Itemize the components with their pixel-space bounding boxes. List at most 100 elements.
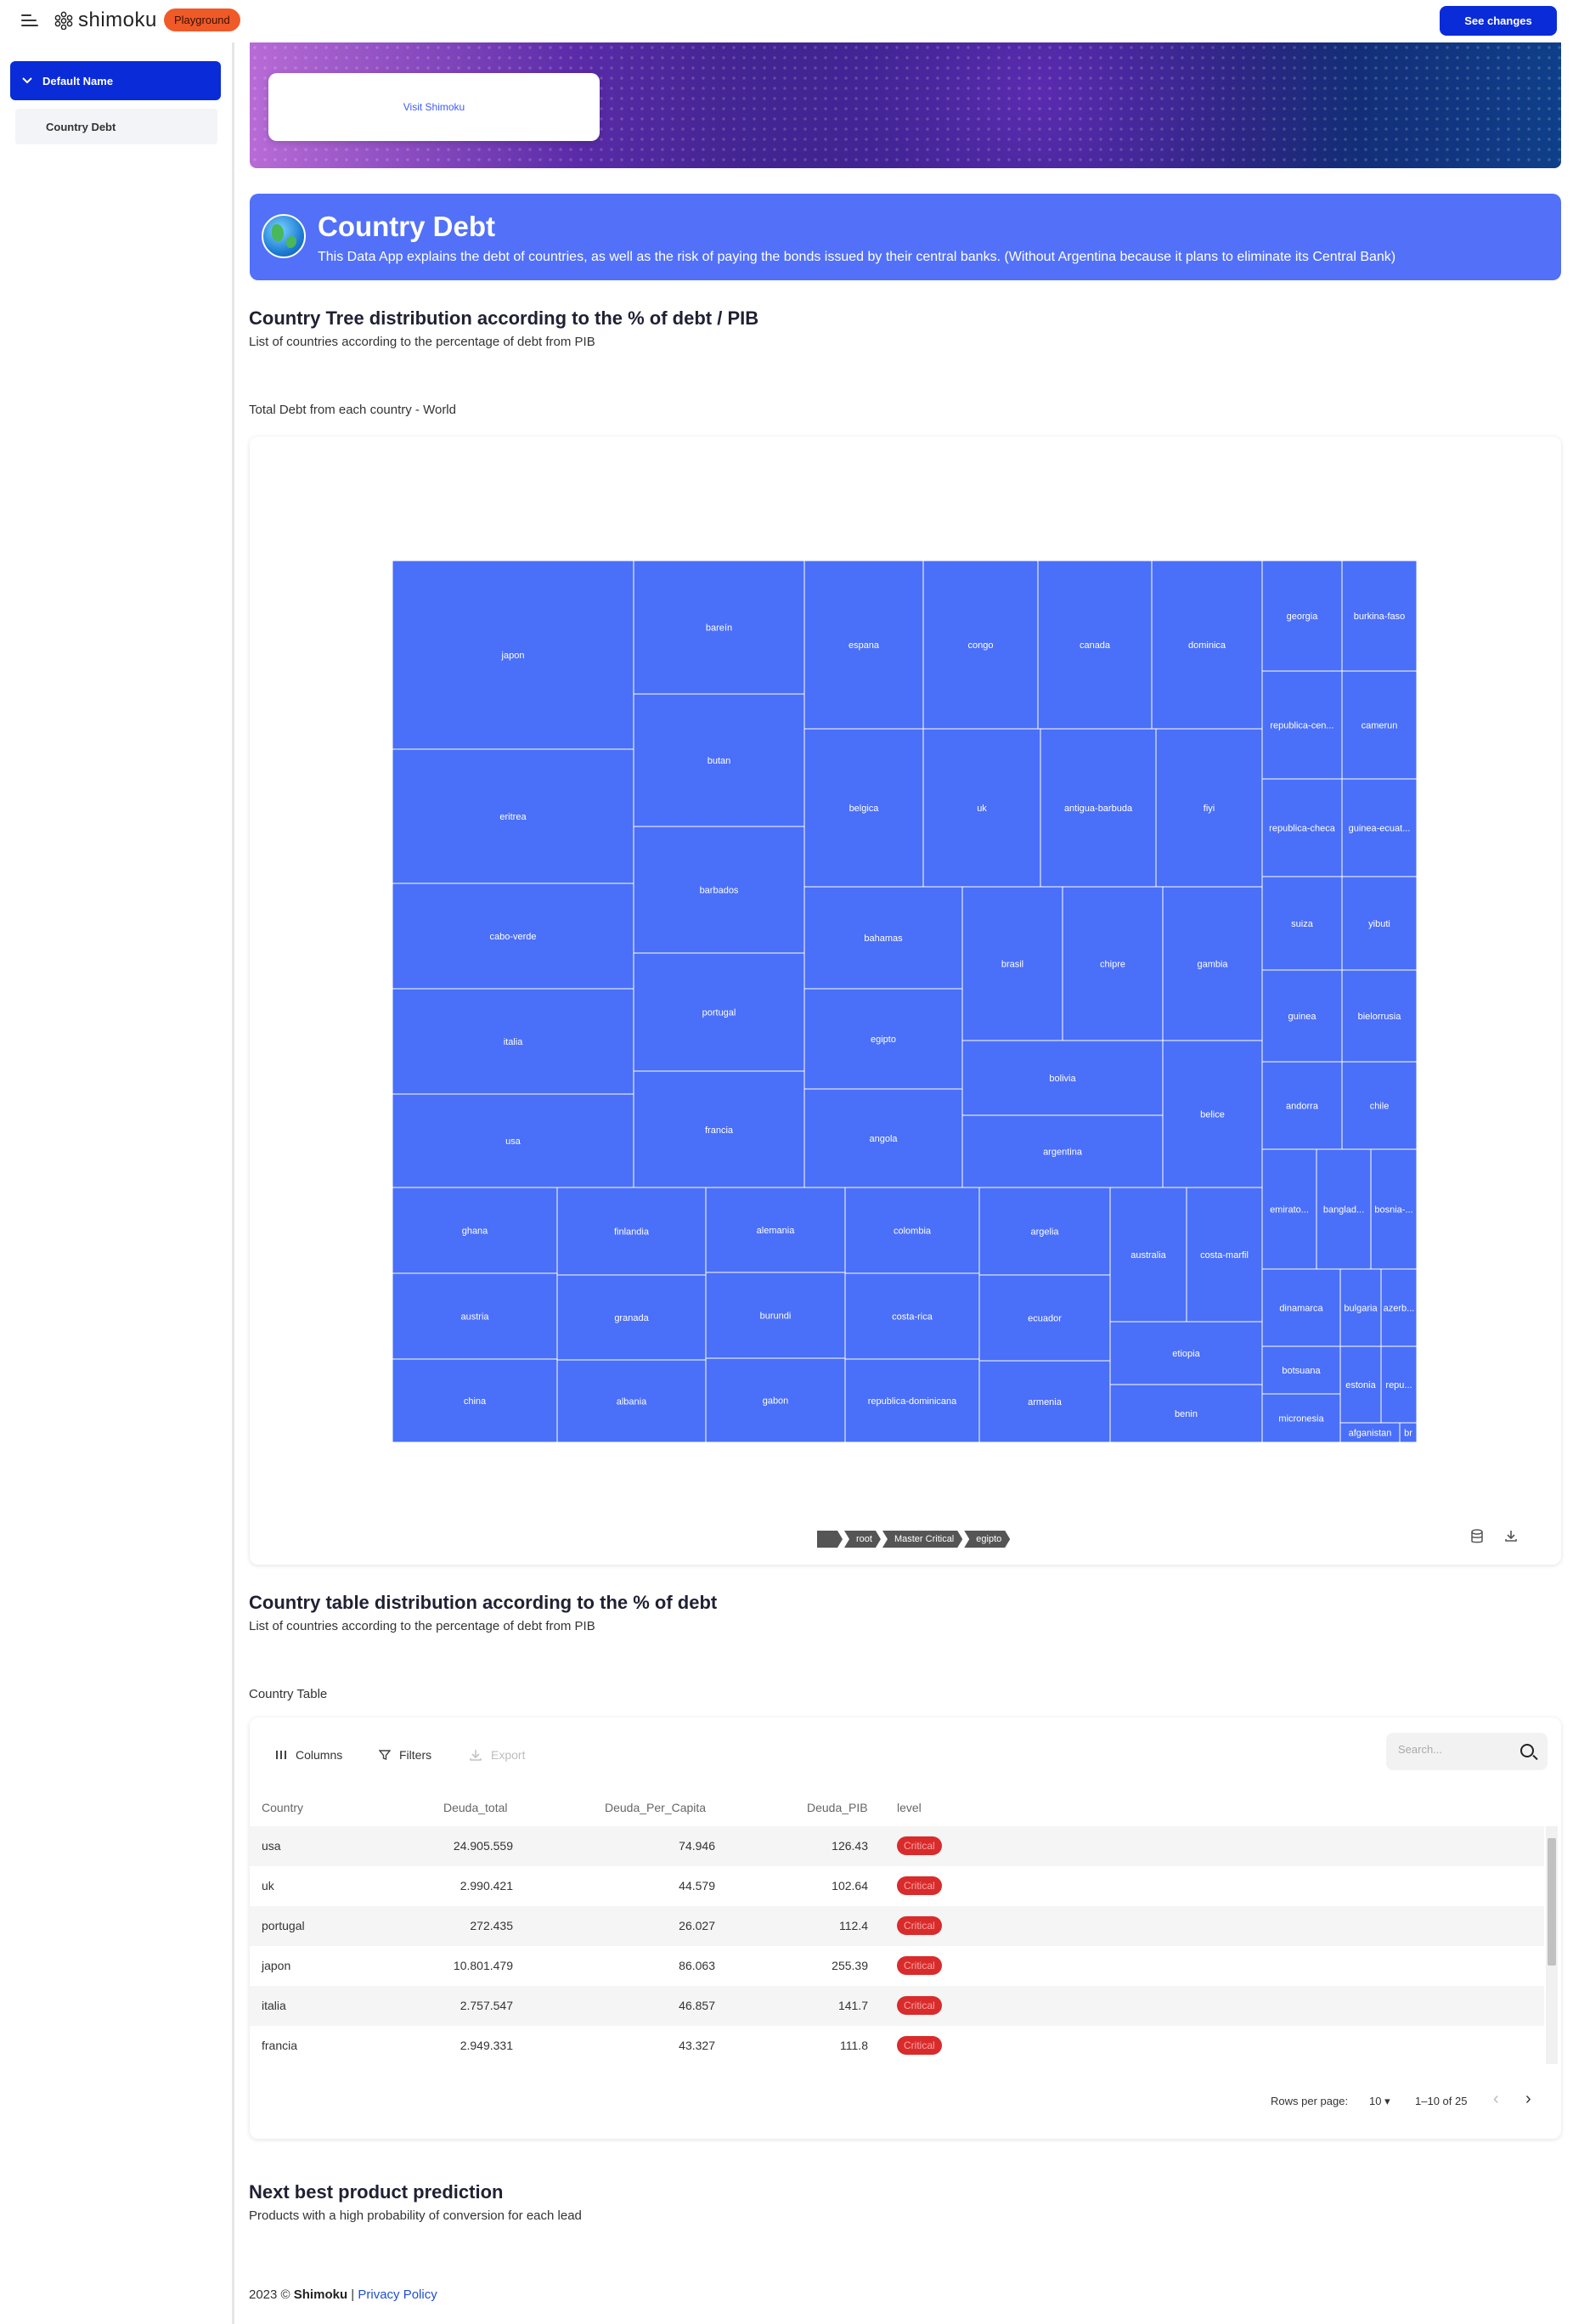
column-header-country[interactable]: Country <box>262 1801 303 1814</box>
treemap-label-fiyi: fiyi <box>1204 804 1215 814</box>
shimoku-logo[interactable]: shimoku <box>54 8 157 32</box>
sidebar-group-default-name[interactable]: Default Name <box>10 61 221 100</box>
treemap-label-barbados: barbados <box>700 886 739 896</box>
treemap-label-japon: japon <box>501 651 525 661</box>
treemap-label-banglad: banglad... <box>1323 1205 1364 1216</box>
treemap-label-camerun: camerun <box>1362 721 1398 731</box>
breadcrumb-start[interactable] <box>817 1531 843 1548</box>
breadcrumb-master-critical[interactable]: Master Critical <box>882 1531 962 1548</box>
cell-deuda-per-capita: 74.946 <box>679 1839 715 1853</box>
pagination-range: 1–10 of 25 <box>1415 2095 1468 2107</box>
column-header-deuda-per-capita[interactable]: Deuda_Per_Capita <box>605 1801 706 1814</box>
cell-country: uk <box>262 1879 274 1892</box>
filter-icon <box>379 1750 391 1760</box>
export-button[interactable]: Export <box>469 1748 525 1762</box>
download-icon[interactable] <box>1502 1529 1520 1548</box>
columns-button[interactable]: Columns <box>275 1748 342 1762</box>
treemap-label-azerb: azerb... <box>1384 1304 1415 1314</box>
chart-card-label: Total Debt from each country - World <box>249 403 456 417</box>
menu-collapse-icon[interactable] <box>21 14 38 26</box>
country-table-card: Columns Filters Export Country Deuda_tot… <box>250 1718 1561 2139</box>
treemap-label-austria: austria <box>460 1312 489 1323</box>
privacy-policy-link[interactable]: Privacy Policy <box>358 2287 437 2302</box>
footer-copyright: 2023 © <box>249 2287 290 2302</box>
treemap-label-chile: chile <box>1370 1102 1390 1112</box>
level-badge: Critical <box>897 2036 942 2055</box>
table-row[interactable]: uk 2.990.421 44.579 102.64 Critical <box>250 1866 1544 1906</box>
table-row[interactable]: portugal 272.435 26.027 112.4 Critical <box>250 1906 1544 1946</box>
sidebar-item-label: Country Debt <box>46 120 116 133</box>
cell-deuda-per-capita: 86.063 <box>679 1959 715 1972</box>
level-badge: Critical <box>897 1956 942 1975</box>
table-search[interactable] <box>1386 1733 1548 1770</box>
footer: 2023 © Shimoku | Privacy Policy <box>249 2287 437 2302</box>
treemap-label-emirato: emirato... <box>1270 1205 1309 1216</box>
globe-icon <box>262 214 306 258</box>
cell-deuda-per-capita: 43.327 <box>679 2039 715 2052</box>
cell-deuda-per-capita: 46.857 <box>679 1999 715 2012</box>
breadcrumb-root[interactable]: root <box>844 1531 881 1548</box>
column-header-level[interactable]: level <box>897 1801 922 1814</box>
treemap-label-australia: australia <box>1130 1250 1166 1261</box>
cell-deuda-per-capita: 44.579 <box>679 1879 715 1892</box>
treemap-label-benin: benin <box>1175 1409 1198 1419</box>
export-icon <box>470 1750 482 1761</box>
treemap-label-yibuti: yibuti <box>1368 919 1390 929</box>
cell-deuda-total: 272.435 <box>470 1919 513 1932</box>
search-input[interactable] <box>1398 1743 1508 1756</box>
treemap-breadcrumb[interactable]: root Master Critical egipto <box>817 1531 1012 1548</box>
treemap-label-ecuador: ecuador <box>1028 1314 1062 1324</box>
top-bar: shimoku Playground See changes <box>0 0 1573 42</box>
treemap-label-argelia: argelia <box>1030 1227 1059 1238</box>
treemap-label-repu: repu... <box>1385 1380 1412 1390</box>
table-row[interactable]: japon 10.801.479 86.063 255.39 Critical <box>250 1946 1544 1986</box>
table-scrollbar[interactable] <box>1546 1826 1558 2064</box>
see-changes-button[interactable]: See changes <box>1440 6 1557 36</box>
scrollbar-thumb[interactable] <box>1548 1838 1556 1966</box>
section-subtitle-table: List of countries according to the perce… <box>249 1619 595 1633</box>
page-title: Country Debt <box>318 211 495 242</box>
cell-deuda-pib: 126.43 <box>832 1839 868 1853</box>
treemap-label-alemania: alemania <box>757 1226 796 1236</box>
treemap-label-argentina: argentina <box>1043 1148 1083 1158</box>
treemap-label-ghana: ghana <box>462 1227 488 1237</box>
treemap-label-micronesia: micronesia <box>1278 1414 1324 1424</box>
columns-icon <box>276 1751 286 1759</box>
search-icon[interactable] <box>1520 1744 1534 1757</box>
cell-country: usa <box>262 1839 281 1853</box>
cell-deuda-total: 2.757.547 <box>459 1999 513 2012</box>
visit-shimoku-link[interactable]: Visit Shimoku <box>268 73 600 141</box>
treemap-label-italia: italia <box>504 1037 524 1047</box>
logo-text: shimoku <box>78 8 157 31</box>
sidebar-item-country-debt[interactable]: Country Debt <box>15 109 217 144</box>
section-title-table: Country table distribution according to … <box>249 1592 718 1613</box>
filters-button[interactable]: Filters <box>379 1748 431 1762</box>
treemap-label-guinea-ecuat: guinea-ecuat... <box>1349 824 1411 834</box>
cell-deuda-pib: 141.7 <box>837 1999 868 2012</box>
shimoku-logo-icon <box>54 11 73 30</box>
cell-deuda-pib: 102.64 <box>832 1879 868 1892</box>
data-view-icon[interactable] <box>1468 1529 1486 1548</box>
table-row[interactable]: italia 2.757.547 46.857 141.7 Critical <box>250 1986 1544 2026</box>
chevron-down-icon <box>22 77 32 84</box>
treemap-label-cabo-verde: cabo-verde <box>489 932 536 942</box>
treemap-label-burkina-faso: burkina-faso <box>1354 612 1406 622</box>
cell-country: francia <box>262 2039 298 2052</box>
treemap-label-etiopia: etiopia <box>1172 1349 1200 1359</box>
treemap-label-belgica: belgica <box>849 804 880 814</box>
treemap-chart[interactable]: japon bareín espana congo canada dominica geor… <box>392 561 1417 1442</box>
breadcrumb-egipto[interactable]: egipto <box>964 1531 1010 1548</box>
table-row[interactable]: francia 2.949.331 43.327 111.8 Critical <box>250 2026 1544 2066</box>
treemap-label-republica-checa: republica-checa <box>1269 824 1336 834</box>
level-badge: Critical <box>897 1836 942 1855</box>
columns-label: Columns <box>296 1748 343 1762</box>
previous-page-icon[interactable]: ‹ <box>1493 2090 1499 2109</box>
next-page-icon[interactable]: › <box>1525 2090 1531 2109</box>
column-header-deuda-total[interactable]: Deuda_total <box>443 1801 508 1814</box>
treemap-label-dinamarca: dinamarca <box>1279 1304 1323 1314</box>
table-row[interactable]: usa 24.905.559 74.946 126.43 Critical <box>250 1826 1544 1866</box>
treemap-label-chipre: chipre <box>1100 960 1125 970</box>
app-title-banner: Country Debt This Data App explains the … <box>250 194 1561 280</box>
rows-per-page-select[interactable]: 10 ▾ <box>1369 2095 1390 2108</box>
column-header-deuda-pib[interactable]: Deuda_PIB <box>807 1801 868 1814</box>
